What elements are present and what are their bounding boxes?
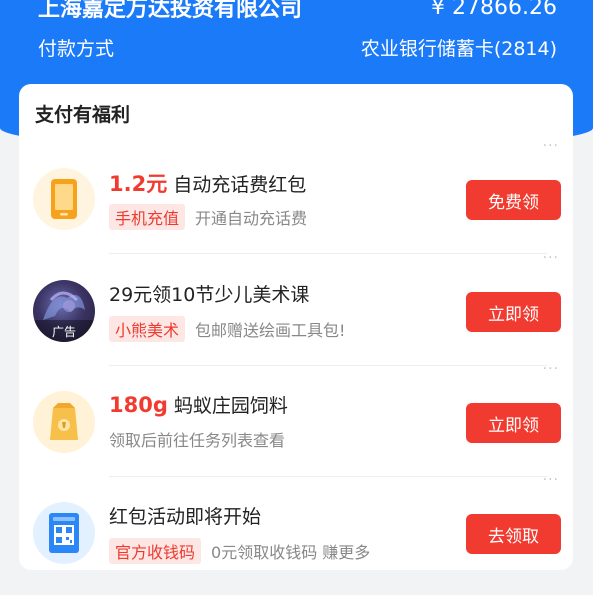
benefit-highlight: 180g — [109, 393, 168, 417]
go-claim-button[interactable]: 去领取 — [466, 514, 561, 554]
benefit-tag: 小熊美术 — [109, 316, 186, 342]
benefit-desc: 领取后前往任务列表查看 — [109, 431, 286, 450]
benefit-desc: 开通自动充话费 — [195, 209, 308, 228]
benefits-card: 支付有福利 ··· 1.2元 自动充话费红包 手机充值 开通自动充话费 免费领 ·… — [19, 84, 573, 570]
benefit-title: 1.2元 自动充话费红包 — [109, 168, 306, 198]
benefit-item-recharge[interactable]: ··· 1.2元 自动充话费红包 手机充值 开通自动充话费 免费领 — [19, 138, 573, 254]
pay-method-label: 付款方式 — [38, 37, 115, 60]
benefit-title-text: 蚂蚁庄园饲料 — [173, 395, 288, 417]
payee-row: 上海嘉定万达投资有限公司 ¥ 27866.26 — [38, 0, 557, 22]
pay-method-value: 农业银行储蓄卡(2814) — [360, 37, 557, 60]
benefit-title: 29元领10节少儿美术课 — [109, 280, 309, 307]
benefit-tag: 官方收钱码 — [109, 538, 202, 564]
benefit-title: 180g 蚂蚁庄园饲料 — [109, 391, 288, 418]
phone-icon — [33, 168, 95, 230]
more-icon[interactable]: ··· — [543, 250, 559, 266]
qr-code-icon — [33, 502, 95, 564]
benefit-title-text: 自动充话费红包 — [173, 174, 307, 196]
claim-now-button[interactable]: 立即领 — [466, 403, 561, 443]
payment-amount: ¥ 27866.26 — [431, 0, 557, 20]
more-icon[interactable]: ··· — [543, 472, 559, 488]
benefit-subline: 手机充值 开通自动充话费 — [109, 204, 307, 230]
claim-free-button[interactable]: 免费领 — [466, 180, 561, 220]
benefit-subline: 领取后前往任务列表查看 — [109, 427, 285, 451]
feed-bag-icon — [33, 391, 95, 453]
benefit-title-text: 29元领10节少儿美术课 — [109, 284, 310, 306]
benefit-desc: 包邮赠送绘画工具包! — [195, 321, 346, 340]
benefit-item-qr-code[interactable]: ··· 红包活动即将开始 官方收钱码 0元领取收钱码 赚更多 去领取 — [19, 472, 573, 588]
more-icon[interactable]: ··· — [543, 361, 559, 377]
claim-now-button[interactable]: 立即领 — [466, 292, 561, 332]
ad-label: 广告 — [33, 320, 95, 342]
benefit-subline: 小熊美术 包邮赠送绘画工具包! — [109, 316, 345, 342]
benefit-highlight: 1.2元 — [109, 172, 168, 196]
benefit-tag: 手机充值 — [109, 204, 186, 230]
art-ad-image: 广告 — [33, 280, 95, 342]
benefit-subline: 官方收钱码 0元领取收钱码 赚更多 — [109, 538, 370, 564]
benefits-title: 支付有福利 — [35, 104, 131, 126]
pay-method-row[interactable]: 付款方式 农业银行储蓄卡(2814) — [38, 32, 557, 62]
benefit-title-text: 红包活动即将开始 — [109, 506, 262, 528]
more-icon[interactable]: ··· — [543, 138, 559, 154]
benefit-item-feed[interactable]: ··· 180g 蚂蚁庄园饲料 领取后前往任务列表查看 立即领 — [19, 361, 573, 477]
benefit-desc: 0元领取收钱码 赚更多 — [211, 543, 371, 562]
benefit-title: 红包活动即将开始 — [109, 502, 261, 529]
benefit-item-art-class[interactable]: ··· 广告 29元领10节少儿美术课 小熊美术 包邮赠送绘画工具包! 立即领 — [19, 250, 573, 366]
payee-name: 上海嘉定万达投资有限公司 — [38, 0, 303, 22]
